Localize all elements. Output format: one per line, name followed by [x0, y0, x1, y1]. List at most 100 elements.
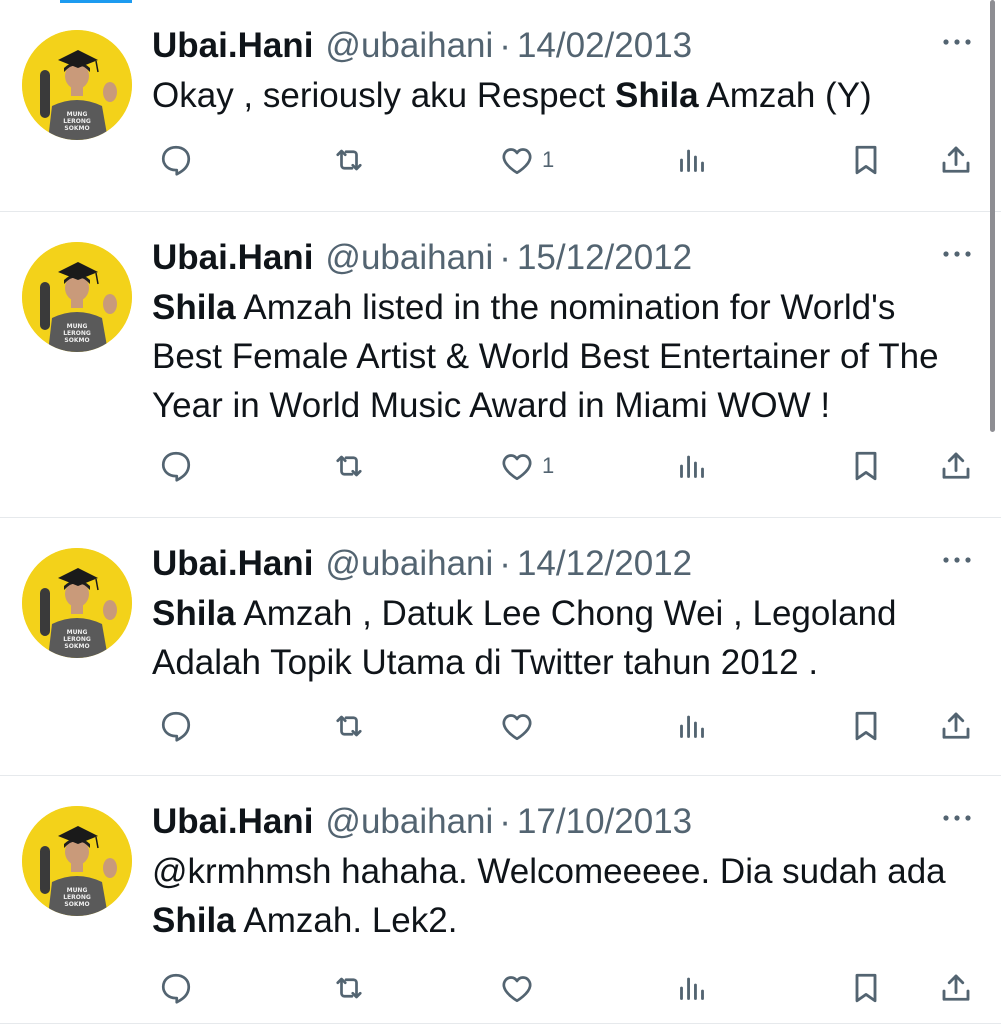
- repost-button[interactable]: [330, 704, 368, 748]
- tweet-text: Okay , seriously aku Respect Shila Amzah…: [152, 71, 973, 120]
- handle[interactable]: @ubaihani: [325, 798, 493, 846]
- tweet-text-part: Amzah listed in the nomination for World…: [152, 288, 939, 425]
- avatar-shirt-line: MUNG: [67, 111, 88, 118]
- views-button[interactable]: [674, 444, 710, 488]
- like-icon[interactable]: [498, 448, 536, 484]
- scrollbar[interactable]: [990, 0, 995, 432]
- tweet-text-part: Okay , seriously aku Respect: [152, 76, 615, 115]
- avatar-shirt-line: MUNG: [67, 323, 88, 330]
- like-icon[interactable]: [498, 708, 536, 744]
- repost-button[interactable]: [330, 966, 368, 1010]
- share-button[interactable]: [938, 704, 974, 748]
- repost-icon[interactable]: [330, 142, 368, 178]
- share-button[interactable]: [938, 444, 974, 488]
- avatar-shirt-line: LERONG: [63, 118, 91, 125]
- like-count: 1: [542, 147, 555, 172]
- views-icon[interactable]: [674, 142, 710, 178]
- views-icon[interactable]: [674, 970, 710, 1006]
- repost-icon[interactable]: [330, 448, 368, 484]
- handle[interactable]: @ubaihani: [325, 234, 493, 282]
- reply-icon[interactable]: [158, 970, 194, 1006]
- avatar[interactable]: MUNG LERONG SOKMO: [22, 548, 132, 658]
- avatar-shirt-line: SOKMO: [64, 337, 89, 344]
- tweet[interactable]: MUNG LERONG SOKMO Ubai.Hani @ubaihani · …: [0, 0, 1001, 212]
- more-icon[interactable]: [941, 28, 973, 56]
- reply-button[interactable]: [158, 138, 194, 182]
- bookmark-icon[interactable]: [848, 142, 884, 178]
- more-icon[interactable]: [941, 240, 973, 268]
- avatar-shirt-line: LERONG: [63, 894, 91, 901]
- display-name[interactable]: Ubai.Hani: [152, 798, 313, 846]
- share-button[interactable]: [938, 966, 974, 1010]
- views-button[interactable]: [674, 966, 710, 1010]
- share-button[interactable]: [938, 138, 974, 182]
- views-button[interactable]: [674, 138, 710, 182]
- bookmark-icon[interactable]: [848, 448, 884, 484]
- reply-icon[interactable]: [158, 708, 194, 744]
- like-icon[interactable]: [498, 970, 536, 1006]
- more-icon[interactable]: [941, 546, 973, 574]
- tweet-text-part: Amzah , Datuk Lee Chong Wei , Legoland A…: [152, 594, 897, 682]
- tweet-header: Ubai.Hani @ubaihani · 14/02/2013: [152, 22, 973, 70]
- reply-button[interactable]: [158, 444, 194, 488]
- views-icon[interactable]: [674, 448, 710, 484]
- tweet[interactable]: MUNG LERONG SOKMO Ubai.Hani @ubaihani · …: [0, 518, 1001, 776]
- tweet-content: Ubai.Hani @ubaihani · 15/12/2012 Shila A…: [152, 234, 973, 430]
- tweet-actions: 1: [152, 444, 975, 488]
- bookmark-button[interactable]: [848, 704, 884, 748]
- bookmark-button[interactable]: [848, 966, 884, 1010]
- tweet-date[interactable]: 14/12/2012: [517, 540, 692, 588]
- share-icon[interactable]: [938, 708, 974, 744]
- display-name[interactable]: Ubai.Hani: [152, 540, 313, 588]
- tweet-content: Ubai.Hani @ubaihani · 17/10/2013 @krmhms…: [152, 798, 973, 945]
- avatar-shirt-line: LERONG: [63, 330, 91, 337]
- tweet-content: Ubai.Hani @ubaihani · 14/12/2012 Shila A…: [152, 540, 973, 687]
- like-button[interactable]: 1: [498, 444, 554, 488]
- avatar[interactable]: MUNG LERONG SOKMO: [22, 242, 132, 352]
- highlighted-term: Shila: [152, 288, 236, 327]
- handle[interactable]: @ubaihani: [325, 22, 493, 70]
- share-icon[interactable]: [938, 970, 974, 1006]
- tweet-text: Shila Amzah listed in the nomination for…: [152, 283, 973, 430]
- like-count: 1: [542, 453, 555, 478]
- tweet-date[interactable]: 14/02/2013: [517, 22, 692, 70]
- display-name[interactable]: Ubai.Hani: [152, 22, 313, 70]
- tweet-date[interactable]: 15/12/2012: [517, 234, 692, 282]
- like-icon[interactable]: [498, 142, 536, 178]
- avatar-shirt-line: LERONG: [63, 636, 91, 643]
- like-button[interactable]: 1: [498, 138, 554, 182]
- reply-button[interactable]: [158, 704, 194, 748]
- repost-button[interactable]: [330, 138, 368, 182]
- tweet[interactable]: MUNG LERONG SOKMO Ubai.Hani @ubaihani · …: [0, 212, 1001, 518]
- highlighted-term: Shila: [152, 594, 236, 633]
- repost-icon[interactable]: [330, 708, 368, 744]
- bookmark-button[interactable]: [848, 444, 884, 488]
- reply-button[interactable]: [158, 966, 194, 1010]
- bookmark-icon[interactable]: [848, 708, 884, 744]
- repost-icon[interactable]: [330, 970, 368, 1006]
- avatar[interactable]: MUNG LERONG SOKMO: [22, 30, 132, 140]
- share-icon[interactable]: [938, 448, 974, 484]
- more-icon[interactable]: [941, 804, 973, 832]
- share-icon[interactable]: [938, 142, 974, 178]
- avatar[interactable]: MUNG LERONG SOKMO: [22, 806, 132, 916]
- views-button[interactable]: [674, 704, 710, 748]
- display-name[interactable]: Ubai.Hani: [152, 234, 313, 282]
- avatar-shirt-line: SOKMO: [64, 125, 89, 132]
- separator-dot: ·: [499, 544, 511, 583]
- highlighted-term: Shila: [152, 901, 236, 940]
- tweet-text-part: Amzah (Y): [698, 76, 872, 115]
- tweet-date[interactable]: 17/10/2013: [517, 798, 692, 846]
- handle[interactable]: @ubaihani: [325, 540, 493, 588]
- like-button[interactable]: [498, 704, 542, 748]
- like-button[interactable]: [498, 966, 542, 1010]
- tweet[interactable]: MUNG LERONG SOKMO Ubai.Hani @ubaihani · …: [0, 776, 1001, 1024]
- views-icon[interactable]: [674, 708, 710, 744]
- bookmark-icon[interactable]: [848, 970, 884, 1006]
- reply-icon[interactable]: [158, 142, 194, 178]
- bookmark-button[interactable]: [848, 138, 884, 182]
- tweet-text-part: @krmhmsh hahaha. Welcomeeeee. Dia sudah …: [152, 852, 946, 891]
- tweet-text: Shila Amzah , Datuk Lee Chong Wei , Lego…: [152, 589, 973, 687]
- reply-icon[interactable]: [158, 448, 194, 484]
- repost-button[interactable]: [330, 444, 368, 488]
